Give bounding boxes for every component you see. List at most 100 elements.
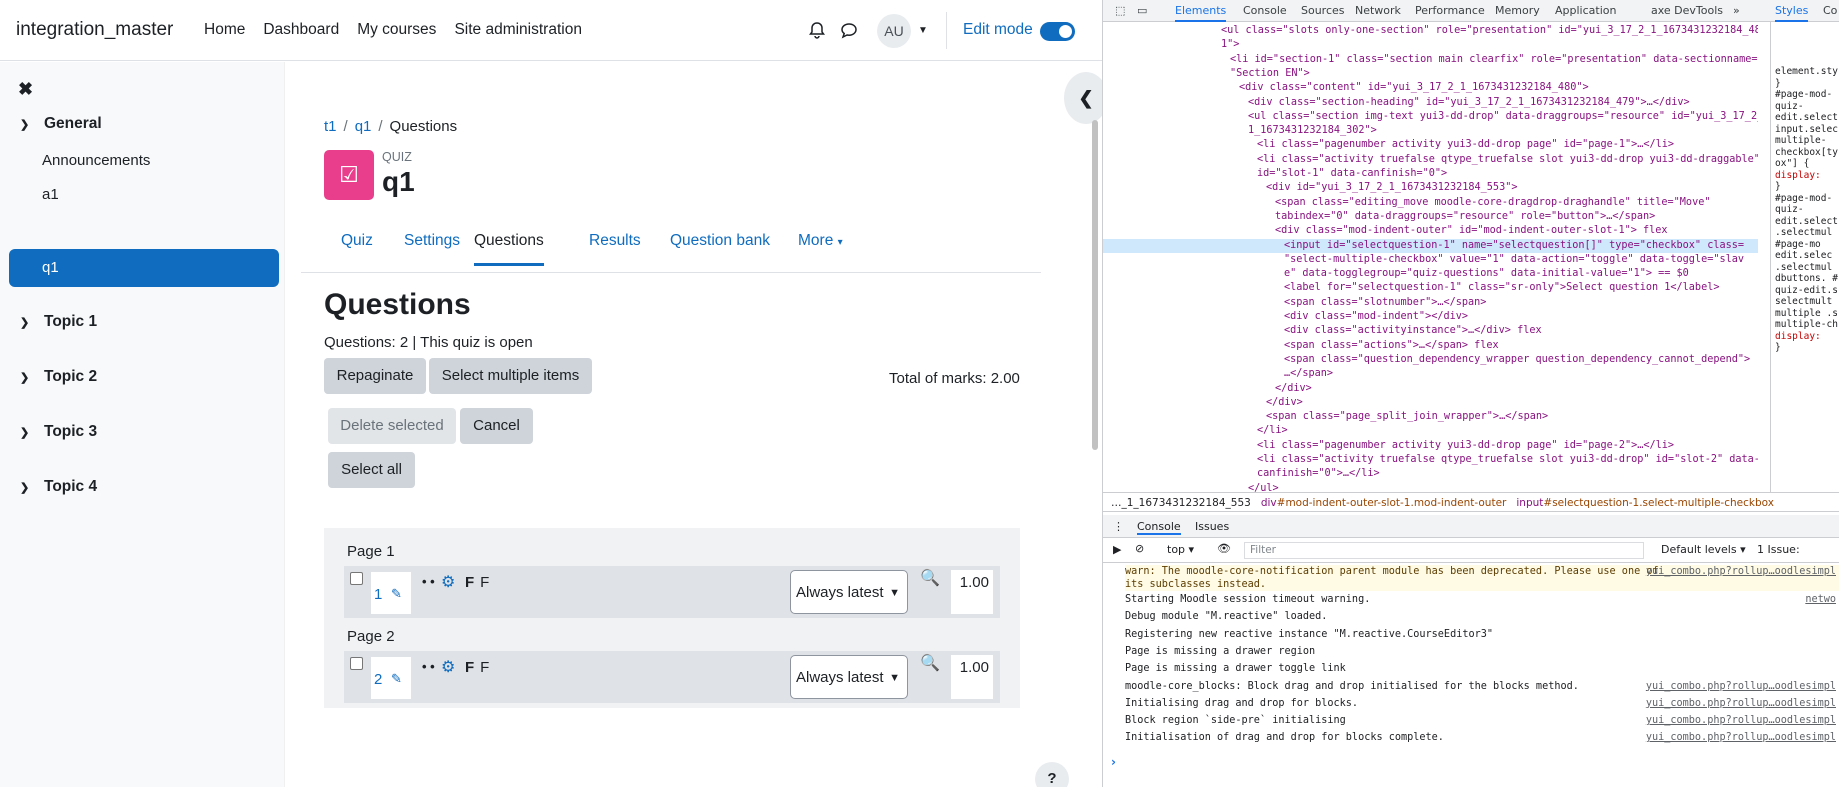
section-general[interactable]: ❯ General (20, 115, 102, 133)
console-source-link[interactable]: yui_combo.php?rollup…oodlesimpl (1646, 731, 1836, 744)
dom-line[interactable]: <li class="activity truefalse qtype_true… (1103, 453, 1758, 467)
max-mark[interactable]: 1.00 (951, 655, 993, 699)
devtools-more-tabs[interactable]: » (1733, 4, 1740, 17)
dom-line[interactable]: <div class="activityinstance">…</div> fl… (1103, 324, 1542, 338)
nav-home[interactable]: Home (204, 21, 245, 39)
tab-question-bank[interactable]: Question bank (670, 232, 770, 250)
dom-line[interactable]: </li> (1103, 424, 1288, 438)
context-select[interactable]: top ▾ (1167, 543, 1194, 556)
dom-breadcrumb-tag[interactable]: input (1516, 497, 1543, 509)
dom-line[interactable]: </div> (1103, 382, 1312, 396)
computed-tab[interactable]: Co (1823, 4, 1837, 17)
more-icon[interactable]: ⋮ (1113, 520, 1124, 533)
repaginate-button[interactable]: Repaginate (324, 358, 426, 394)
select-multiple-button[interactable]: Select multiple items (429, 358, 592, 394)
drawer-tab-console[interactable]: Console (1137, 520, 1181, 535)
dom-line[interactable]: 1_1673431232184_302"> (1103, 124, 1377, 138)
activity-a1[interactable]: a1 (42, 186, 59, 203)
devtools-tab-axe[interactable]: axe DevTools (1651, 4, 1723, 17)
cancel-button[interactable]: Cancel (460, 408, 533, 444)
dom-line[interactable]: <input id="selectquestion-1" name="selec… (1103, 238, 1758, 253)
console-source-link[interactable]: yui_combo.php?rollup…oodlesimpl (1646, 565, 1836, 578)
console-prompt[interactable]: › (1111, 755, 1116, 769)
gear-icon[interactable]: ⚙ (441, 572, 455, 592)
devtools-tab-elements[interactable]: Elements (1175, 4, 1227, 22)
preview-icon[interactable]: 🔍 (920, 568, 940, 588)
close-icon[interactable]: ✖ (18, 79, 33, 100)
dom-line[interactable]: <li class="pagenumber activity yui3-dd-d… (1103, 439, 1674, 453)
dom-line[interactable]: "select-multiple-checkbox" value="1" dat… (1103, 253, 1744, 267)
drag-handle-icon[interactable]: • • (422, 574, 435, 589)
slot-number[interactable]: 1 (374, 586, 382, 603)
dom-line[interactable]: <div class="section-heading" id="yui_3_1… (1103, 96, 1690, 110)
chevron-down-icon[interactable]: ❯ (20, 481, 34, 494)
dom-line[interactable]: 1"> (1103, 38, 1239, 52)
devtools-tab-sources[interactable]: Sources (1301, 4, 1345, 17)
dom-line[interactable]: <li class="activity truefalse qtype_true… (1103, 153, 1758, 167)
dom-line[interactable]: canfinish="0">…</li> (1103, 467, 1380, 481)
question-name[interactable]: FF (465, 659, 489, 676)
tab-more[interactable]: More ▾ (798, 232, 843, 250)
dom-line[interactable]: <div class="mod-indent-outer" id="mod-in… (1103, 224, 1668, 238)
log-levels-select[interactable]: Default levels ▾ (1661, 543, 1746, 556)
tab-settings[interactable]: Settings (404, 232, 460, 250)
dom-line[interactable]: "Section EN"> (1103, 67, 1310, 81)
styles-tab[interactable]: Styles (1775, 4, 1809, 22)
dom-line[interactable]: <span class="editing_move moodle-core-dr… (1103, 196, 1710, 210)
dom-line[interactable]: <ul class="slots only-one-section" role=… (1103, 24, 1758, 38)
select-all-button[interactable]: Select all (328, 452, 415, 488)
dom-line[interactable]: <div id="yui_3_17_2_1_1673431232184_553"… (1103, 181, 1517, 195)
breadcrumb-q1[interactable]: q1 (355, 118, 372, 135)
dom-line[interactable]: <ul class="section img-text yui3-dd-drop… (1103, 110, 1758, 124)
section-topic-3[interactable]: ❯ Topic 3 (20, 423, 97, 441)
gear-icon[interactable]: ⚙ (441, 657, 455, 677)
chat-icon[interactable] (840, 21, 858, 39)
nav-site-administration[interactable]: Site administration (454, 21, 582, 39)
dom-line[interactable]: …</span> (1103, 367, 1333, 381)
console-source-link[interactable]: yui_combo.php?rollup…oodlesimpl (1646, 714, 1836, 727)
dom-line[interactable]: tabindex="0" data-draggroups="resource" … (1103, 210, 1655, 224)
activity-announcements[interactable]: Announcements (42, 152, 150, 169)
select-question-checkbox[interactable] (350, 572, 363, 585)
dom-line[interactable]: <div class="content" id="yui_3_17_2_1_16… (1103, 81, 1589, 95)
pencil-icon[interactable]: ✎ (391, 671, 402, 687)
select-question-checkbox[interactable] (350, 657, 363, 670)
devtools-tab-performance[interactable]: Performance (1415, 4, 1485, 17)
delete-selected-button[interactable]: Delete selected (328, 408, 456, 444)
devtools-tab-application[interactable]: Application (1555, 4, 1616, 17)
eye-icon[interactable]: 👁 (1217, 542, 1231, 555)
console-source-link[interactable]: netwo (1805, 593, 1836, 606)
section-topic-4[interactable]: ❯ Topic 4 (20, 478, 97, 496)
chevron-down-icon[interactable]: ❯ (20, 426, 34, 439)
chevron-down-icon[interactable]: ❯ (20, 316, 34, 329)
devtools-tab-console[interactable]: Console (1243, 4, 1287, 17)
bell-icon[interactable] (808, 21, 826, 39)
dom-line[interactable]: <label for="selectquestion-1" class="sr-… (1103, 281, 1719, 295)
question-name[interactable]: FF (465, 574, 489, 591)
tab-results[interactable]: Results (589, 232, 641, 250)
inspect-icon[interactable]: ⬚ (1115, 4, 1125, 17)
devtools-tab-network[interactable]: Network (1355, 4, 1401, 17)
tab-quiz[interactable]: Quiz (341, 232, 373, 250)
drawer-toggle-button[interactable]: ❮ (1064, 72, 1102, 124)
console-filter-input[interactable]: Filter (1244, 542, 1644, 559)
version-select[interactable]: Always latest ▼ (790, 570, 908, 614)
console-source-link[interactable]: yui_combo.php?rollup…oodlesimpl (1646, 697, 1836, 710)
issues-counter[interactable]: 1 Issue: (1757, 543, 1800, 556)
page-scrollbar[interactable] (1092, 120, 1098, 450)
max-mark[interactable]: 1.00 (951, 570, 993, 614)
slot-number[interactable]: 2 (374, 671, 382, 688)
device-toolbar-icon[interactable]: ▭ (1137, 4, 1147, 17)
dom-line[interactable]: <span class="page_split_join_wrapper">…<… (1103, 410, 1548, 424)
chevron-down-icon[interactable]: ❯ (20, 118, 34, 131)
dom-line[interactable]: <span class="question_dependency_wrapper… (1103, 353, 1750, 367)
site-name[interactable]: integration_master (16, 19, 173, 41)
devtools-tab-memory[interactable]: Memory (1495, 4, 1540, 17)
dom-line[interactable]: <li id="section-1" class="section main c… (1103, 53, 1757, 67)
dom-line[interactable]: e" data-togglegroup="quiz-questions" dat… (1103, 267, 1689, 281)
user-avatar[interactable]: AU (877, 14, 911, 48)
dom-line[interactable]: <span class="actions">…</span> flex (1103, 339, 1499, 353)
version-select[interactable]: Always latest ▼ (790, 655, 908, 699)
tab-questions[interactable]: Questions (474, 232, 544, 266)
drag-handle-icon[interactable]: • • (422, 659, 435, 674)
